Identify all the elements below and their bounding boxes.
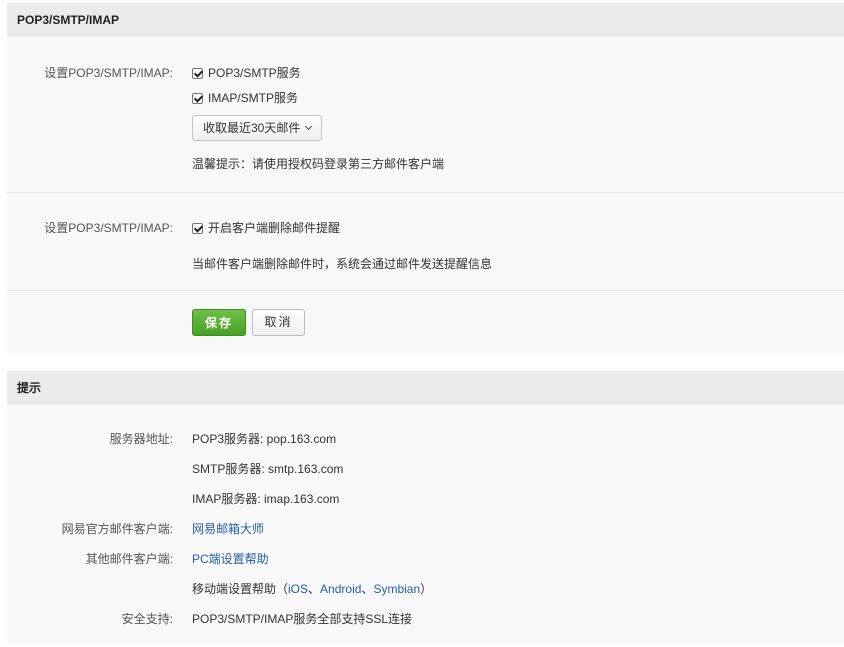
server-address-label: 服务器地址: xyxy=(109,432,173,446)
pop3-option-label: POP3/SMTP服务 xyxy=(208,66,301,80)
mobile-help-prefix: 移动端设置帮助（ xyxy=(192,582,289,596)
delete-reminder-desc: 当邮件客户端删除邮件时，系统会通过邮件发送提醒信息 xyxy=(192,257,493,271)
imap-checkbox[interactable] xyxy=(192,93,203,104)
delete-reminder-checkbox[interactable] xyxy=(192,223,203,234)
fetch-range-value: 收取最近30天邮件 xyxy=(203,121,301,135)
imap-server: IMAP服务器: imap.163.com xyxy=(192,492,340,506)
divider xyxy=(7,192,844,193)
separator: 、 xyxy=(361,582,374,596)
pop3-checkbox[interactable] xyxy=(192,68,203,79)
divider xyxy=(7,290,844,291)
hints-panel: 提示 服务器地址: POP3服务器: pop.163.com SMTP服务器: … xyxy=(7,371,844,645)
other-client-label: 其他邮件客户端: xyxy=(85,552,173,566)
delete-reminder-label: 开启客户端删除邮件提醒 xyxy=(208,221,341,235)
setting-label: 设置POP3/SMTP/IMAP: xyxy=(44,66,173,80)
setting-label: 设置POP3/SMTP/IMAP: xyxy=(44,221,173,235)
android-help-link[interactable]: Android xyxy=(320,582,361,596)
smtp-server: SMTP服务器: smtp.163.com xyxy=(192,462,344,476)
auth-tip: 温馨提示：请使用授权码登录第三方邮件客户端 xyxy=(192,157,445,171)
security-text: POP3/SMTP/IMAP服务全部支持SSL连接 xyxy=(192,612,413,626)
security-label: 安全支持: xyxy=(121,612,173,626)
separator: 、 xyxy=(308,582,321,596)
symbian-help-link[interactable]: Symbian xyxy=(373,582,420,596)
mobile-help-suffix: ） xyxy=(420,582,433,596)
pop3-server: POP3服务器: pop.163.com xyxy=(192,432,337,446)
save-button[interactable]: 保存 xyxy=(192,309,246,336)
ios-help-link[interactable]: iOS xyxy=(288,582,308,596)
cancel-button[interactable]: 取消 xyxy=(252,309,305,336)
mail-master-link[interactable]: 网易邮箱大师 xyxy=(192,522,264,536)
pop3-smtp-imap-panel: POP3/SMTP/IMAP 设置POP3/SMTP/IMAP: POP3/SM… xyxy=(7,3,844,353)
official-client-label: 网易官方邮件客户端: xyxy=(61,522,173,536)
chevron-down-icon xyxy=(305,122,313,131)
pc-help-link[interactable]: PC端设置帮助 xyxy=(192,552,269,566)
panel-title: POP3/SMTP/IMAP xyxy=(7,3,844,37)
panel-title: 提示 xyxy=(7,371,844,405)
fetch-range-dropdown[interactable]: 收取最近30天邮件 xyxy=(192,115,323,141)
imap-option-label: IMAP/SMTP服务 xyxy=(208,91,299,105)
